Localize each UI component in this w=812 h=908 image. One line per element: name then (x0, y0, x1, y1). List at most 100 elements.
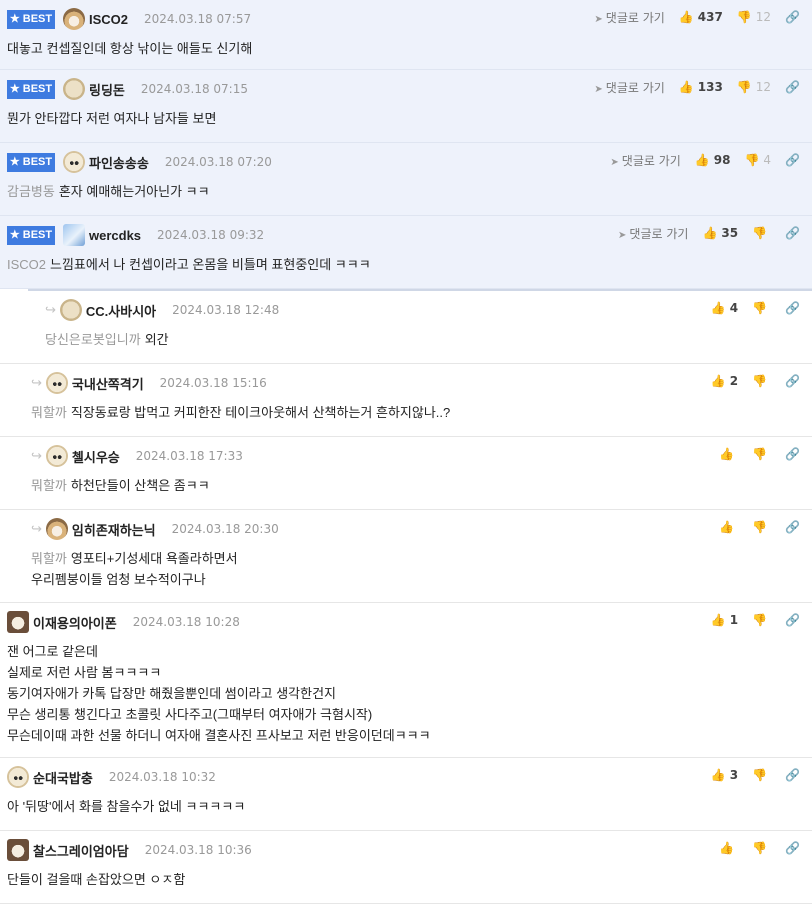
comment-header: ↪ CC.사바시아 2024.03.18 12:48 (45, 299, 279, 321)
mention-target[interactable]: 뭐할까 (31, 405, 67, 420)
comment: 이재용의아이폰 2024.03.18 10:28 👍 1 👎 🔗 잰 어그로 같은데 실제로 … (0, 603, 812, 758)
thumbs-up-icon: 👍 (702, 226, 718, 240)
mention-target[interactable]: 뭐할까 (31, 551, 67, 566)
nickname[interactable]: CC.사바시아 (86, 301, 156, 320)
link-icon[interactable]: 🔗 (785, 153, 800, 167)
comment-header: 순대국밥충 2024.03.18 10:32 (7, 766, 216, 788)
avatar[interactable] (45, 372, 68, 394)
link-icon[interactable]: 🔗 (785, 301, 800, 315)
comment-body: 단들이 걸을때 손잡았으면 ㅇㅈ함 (7, 869, 185, 890)
upvote-button[interactable]: 👍 35 (702, 226, 738, 240)
nickname[interactable]: 첼시우승 (72, 447, 120, 466)
comment-header: ★ BEST ISCO2 2024.03.18 07:57 (7, 8, 251, 30)
thumbs-up-icon: 👍 (710, 613, 726, 627)
downvote-button[interactable]: 👎 4 (744, 153, 771, 167)
avatar[interactable] (7, 766, 29, 788)
downvote-button[interactable]: 👎 (752, 520, 771, 534)
upvote-button[interactable]: 👍 3 (711, 768, 738, 782)
upvote-button[interactable]: 👍 (719, 520, 738, 534)
comment-actions: 👍 1 👎 🔗 (711, 612, 800, 628)
mention-target[interactable]: 감금병동 (7, 184, 55, 199)
downvote-button[interactable]: 👎 (752, 374, 771, 388)
downvote-button[interactable]: 👎 (752, 768, 771, 782)
comment-actions: 👍 2 👎 🔗 (711, 373, 800, 389)
upvote-button[interactable]: 👍 98 (695, 153, 731, 167)
reply-comment: ↪ 국내산쪽격기 2024.03.18 15:16 👍 2 👎 🔗 뭐할까 직장동료랑 밥먹고 … (0, 364, 812, 437)
comment-header: ★ BEST wercdks 2024.03.18 09:32 (7, 224, 264, 246)
upvote-button[interactable]: 👍 437 (679, 10, 723, 24)
nickname[interactable]: ISCO2 (89, 12, 128, 27)
mention-target[interactable]: 당신은로봇입니까 (45, 332, 141, 347)
link-icon[interactable]: 🔗 (785, 80, 800, 94)
reply-link[interactable]: ➤ 댓글로 가기 (594, 9, 664, 26)
link-icon[interactable]: 🔗 (785, 768, 800, 782)
avatar[interactable] (63, 224, 85, 246)
comment-line: ISCO2 느낌표에서 나 컨셉이라고 온몸을 비틀며 표현중인데 ㅋㅋㅋ (7, 254, 371, 275)
link-icon[interactable]: 🔗 (785, 841, 800, 855)
comment-body: 대놓고 컨셉질인데 항상 낚이는 애들도 신기해 (7, 38, 252, 59)
reply-link[interactable]: ➤ 댓글로 가기 (618, 225, 688, 242)
link-icon[interactable]: 🔗 (785, 10, 800, 24)
downvote-button[interactable]: 👎 12 (737, 10, 771, 24)
downvote-button[interactable]: 👎 (752, 301, 771, 315)
avatar[interactable] (7, 611, 29, 633)
comment-line: 뭔가 안타깝다 저런 여자나 남자들 보면 (7, 108, 216, 129)
downvote-button[interactable]: 👎 (752, 613, 771, 627)
avatar[interactable] (7, 839, 29, 861)
downvote-count: 12 (755, 80, 772, 94)
comment-text: 잰 어그로 같은데 (7, 644, 98, 659)
avatar[interactable] (63, 151, 85, 173)
thumbs-up-icon: 👍 (694, 153, 710, 167)
link-icon[interactable]: 🔗 (785, 613, 800, 627)
comment-body: 당신은로봇입니까 외간 (45, 329, 169, 350)
downvote-button[interactable]: 👎 (752, 841, 771, 855)
upvote-button[interactable]: 👍 2 (711, 374, 738, 388)
thumbs-down-icon: 👎 (752, 841, 768, 855)
nickname[interactable]: 링딩돈 (89, 80, 125, 99)
upvote-button[interactable]: 👍 (719, 841, 738, 855)
nickname[interactable]: 파인송송송 (89, 153, 149, 172)
comment-text: 외간 (144, 332, 169, 347)
downvote-button[interactable]: 👎 12 (737, 80, 771, 94)
reply-link-label: 댓글로 가기 (605, 10, 665, 25)
upvote-button[interactable]: 👍 133 (679, 80, 723, 94)
nickname[interactable]: 국내산쪽격기 (72, 374, 144, 393)
comment-line: 실제로 저런 사람 봄ㅋㅋㅋㅋ (7, 662, 431, 683)
reply-link[interactable]: ➤ 댓글로 가기 (610, 152, 680, 169)
thumbs-down-icon: 👎 (744, 153, 760, 167)
mention-target[interactable]: ISCO2 (7, 257, 46, 272)
avatar[interactable] (45, 518, 68, 540)
reply-arrow-icon: ↪ (45, 302, 56, 318)
comment-body: 뭐할까 영포티+기성세대 욕졸라하면서 우리펨붕이들 엄청 보수적이구나 (31, 548, 238, 590)
link-icon[interactable]: 🔗 (785, 520, 800, 534)
nickname[interactable]: 순대국밥충 (33, 768, 93, 787)
comment-actions: ➤ 댓글로 가기 👍 133 👎 12 🔗 (594, 79, 800, 95)
reply-link[interactable]: ➤ 댓글로 가기 (594, 79, 664, 96)
upvote-button[interactable]: 👍 1 (711, 613, 738, 627)
link-icon[interactable]: 🔗 (785, 374, 800, 388)
thumbs-down-icon: 👎 (752, 613, 768, 627)
avatar[interactable] (63, 8, 85, 30)
avatar[interactable] (63, 78, 85, 100)
mention-target[interactable]: 뭐할까 (31, 478, 67, 493)
nickname[interactable]: 이재용의아이폰 (33, 613, 117, 632)
nickname[interactable]: 찰스그레이엄아담 (33, 841, 129, 860)
upvote-button[interactable]: 👍 (719, 447, 738, 461)
upvote-button[interactable]: 👍 4 (711, 301, 738, 315)
send-icon: ➤ (594, 83, 603, 95)
downvote-button[interactable]: 👎 (752, 226, 771, 240)
avatar[interactable] (59, 299, 82, 321)
downvote-button[interactable]: 👎 (752, 447, 771, 461)
comment-text: 느낌표에서 나 컨셉이라고 온몸을 비틀며 표현중인데 ㅋㅋㅋ (50, 257, 371, 272)
comment-body: 뭐할까 하천단들이 산책은 좀ㅋㅋ (31, 475, 210, 496)
comment-date: 2024.03.18 15:16 (159, 376, 267, 390)
nickname[interactable]: wercdks (89, 228, 141, 243)
comment-actions: 👍 3 👎 🔗 (711, 767, 800, 783)
comment-date: 2024.03.18 17:33 (135, 449, 243, 463)
nickname[interactable]: 임히존재하는닉 (72, 520, 156, 539)
best-comment: ★ BEST wercdks 2024.03.18 09:32 ➤ 댓글로 가기 👍 35 👎 🔗… (0, 216, 812, 289)
avatar[interactable] (45, 445, 68, 467)
upvote-count: 98 (713, 153, 731, 167)
link-icon[interactable]: 🔗 (785, 226, 800, 240)
link-icon[interactable]: 🔗 (785, 447, 800, 461)
